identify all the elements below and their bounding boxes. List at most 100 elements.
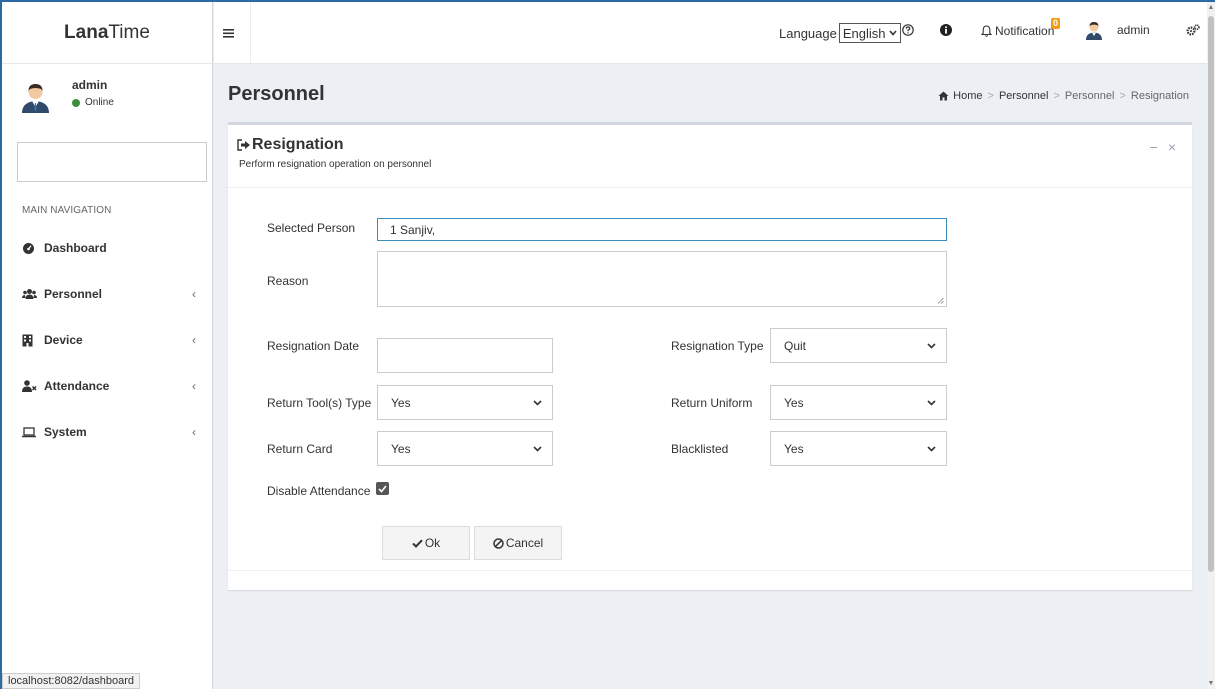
return-card-select[interactable]: Yes xyxy=(377,431,553,466)
breadcrumb-separator: > xyxy=(987,90,994,102)
selected-person-label: Selected Person xyxy=(267,221,356,235)
sidebar-item-label: System xyxy=(44,425,87,439)
breadcrumb-home[interactable]: Home xyxy=(953,90,982,102)
user-name: admin xyxy=(72,78,108,92)
chevron-down-icon xyxy=(533,445,542,452)
resignation-type-select[interactable]: Quit xyxy=(770,328,947,363)
sidebar-item-system[interactable]: System ‹ xyxy=(2,409,212,455)
resignation-date-input[interactable] xyxy=(377,338,553,373)
laptop-icon xyxy=(22,426,38,438)
chevron-left-icon: ‹ xyxy=(192,379,196,393)
page-scrollbar[interactable]: ▲ ▼ xyxy=(1207,2,1215,689)
user-menu-label: admin xyxy=(1117,23,1150,37)
language-picker: Language English xyxy=(779,23,902,43)
reason-textarea[interactable] xyxy=(377,251,947,307)
divider xyxy=(213,2,214,64)
breadcrumb-separator: > xyxy=(1053,90,1060,102)
logo-rest: Time xyxy=(108,21,150,43)
return-uniform-select[interactable]: Yes xyxy=(770,385,947,420)
breadcrumb-personnel-sub: Personnel xyxy=(1064,90,1115,102)
sidebar-item-label: Device xyxy=(44,333,83,347)
sidebar-item-personnel[interactable]: Personnel ‹ xyxy=(2,271,212,317)
cancel-button-label: Cancel xyxy=(505,536,544,550)
chevron-down-icon xyxy=(533,399,542,406)
scroll-up-icon[interactable]: ▲ xyxy=(1207,4,1215,11)
return-tools-label: Return Tool(s) Type xyxy=(267,396,372,410)
user-status-label: Online xyxy=(85,97,114,108)
app-logo[interactable]: Lana Time xyxy=(2,2,212,64)
user-panel: admin Online xyxy=(2,64,212,130)
avatar xyxy=(19,80,52,113)
chevron-down-icon xyxy=(927,342,936,349)
disable-attendance-checkbox[interactable] xyxy=(376,482,389,495)
settings-gears-icon[interactable] xyxy=(1186,24,1200,39)
selected-person-input[interactable]: 1 Sanjiv, xyxy=(377,218,947,241)
logo-bold: Lana xyxy=(64,21,109,43)
chevron-down-icon xyxy=(889,30,898,36)
breadcrumb-current: Resignation xyxy=(1130,90,1189,102)
return-uniform-label: Return Uniform xyxy=(671,396,753,410)
box-title: Resignation xyxy=(237,136,1192,154)
resignation-type-value: Quit xyxy=(784,338,807,353)
user-status: Online xyxy=(72,97,114,108)
sidebar-item-device[interactable]: Device ‹ xyxy=(2,317,212,363)
sidebar-item-label: Attendance xyxy=(44,379,110,393)
chevron-down-icon xyxy=(927,399,936,406)
sidebar-item-dashboard[interactable]: Dashboard xyxy=(2,225,212,271)
notification-badge: 0 xyxy=(1051,18,1061,29)
return-card-value: Yes xyxy=(391,441,411,456)
resignation-box: Resignation Perform resignation operatio… xyxy=(228,122,1192,590)
ok-button[interactable]: Ok xyxy=(382,526,470,560)
top-navbar: Language English Notification 0 admin xyxy=(213,2,1215,64)
blacklisted-value: Yes xyxy=(784,441,804,456)
sidebar-item-attendance[interactable]: Attendance ‹ xyxy=(2,363,212,409)
resignation-date-label: Resignation Date xyxy=(267,339,360,353)
close-icon[interactable]: × xyxy=(1168,139,1176,155)
check-icon xyxy=(412,539,423,548)
language-label: Language xyxy=(779,25,837,41)
blacklisted-select[interactable]: Yes xyxy=(770,431,947,466)
online-dot-icon xyxy=(72,98,80,107)
resize-handle-icon[interactable] xyxy=(937,297,944,304)
sidebar: Lana Time admin Online MAIN NAVIGATION Da… xyxy=(2,2,213,689)
return-tools-value: Yes xyxy=(391,395,411,410)
notification-label: Notification xyxy=(995,24,1055,38)
page-title: Personnel xyxy=(228,83,325,105)
chevron-left-icon: ‹ xyxy=(192,333,196,347)
breadcrumb-personnel[interactable]: Personnel xyxy=(999,90,1049,102)
scroll-down-icon[interactable]: ▼ xyxy=(1207,680,1215,687)
avatar xyxy=(1086,22,1102,40)
collapse-icon[interactable]: − xyxy=(1150,139,1158,155)
notification-button[interactable]: Notification 0 xyxy=(981,18,1061,38)
return-tools-select[interactable]: Yes xyxy=(377,385,553,420)
dashboard-icon xyxy=(22,242,38,254)
menu-toggle-icon[interactable] xyxy=(223,25,234,42)
box-footer xyxy=(228,570,1192,571)
reason-label: Reason xyxy=(267,274,309,288)
help-icon[interactable] xyxy=(902,24,914,39)
language-value: English xyxy=(842,25,886,41)
users-icon xyxy=(22,288,38,300)
box-tools: − × xyxy=(1150,139,1176,155)
sign-out-icon xyxy=(237,139,250,151)
info-icon[interactable] xyxy=(940,24,952,39)
blacklisted-label: Blacklisted xyxy=(671,442,729,456)
box-header: Resignation Perform resignation operatio… xyxy=(228,125,1192,188)
sidebar-item-label: Dashboard xyxy=(44,241,107,255)
chevron-down-icon xyxy=(927,445,936,452)
language-select[interactable]: English xyxy=(838,23,902,43)
scrollbar-thumb[interactable] xyxy=(1208,16,1214,572)
sidebar-search-input[interactable] xyxy=(17,142,207,182)
user-menu[interactable]: admin xyxy=(1085,20,1150,40)
check-icon xyxy=(378,484,387,493)
bell-icon xyxy=(981,25,992,37)
breadcrumb: Home > Personnel > Personnel > Resignati… xyxy=(938,90,1189,102)
chevron-left-icon: ‹ xyxy=(192,425,196,439)
status-bar-url: localhost:8082/dashboard xyxy=(2,673,140,689)
sidebar-item-label: Personnel xyxy=(44,287,103,301)
ban-icon xyxy=(493,537,504,549)
box-title-text: Resignation xyxy=(252,136,344,153)
divider xyxy=(250,2,251,64)
nav-header: MAIN NAVIGATION xyxy=(22,205,112,216)
cancel-button[interactable]: Cancel xyxy=(474,526,562,560)
